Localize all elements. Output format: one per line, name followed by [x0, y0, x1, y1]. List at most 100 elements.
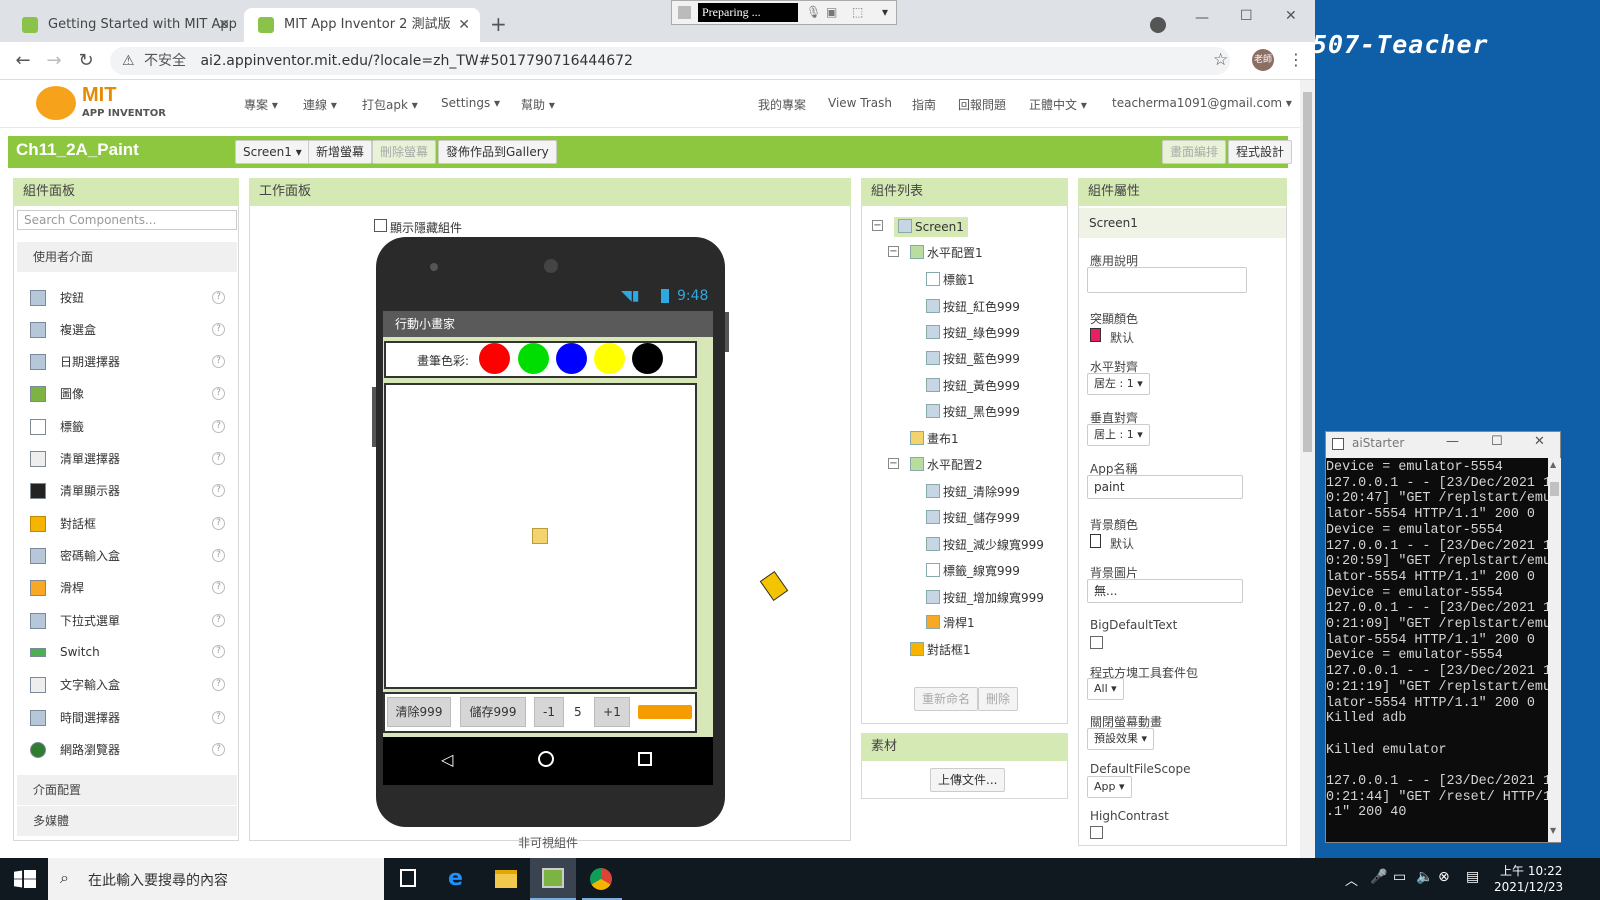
menu-help[interactable]: 幫助 ▾ — [521, 96, 555, 113]
menu-settings[interactable]: Settings ▾ — [441, 96, 500, 110]
help-icon[interactable]: ? — [212, 549, 225, 562]
account-menu[interactable]: teacherma1091@gmail.com ▾ — [1112, 96, 1292, 110]
tree-item-red-button[interactable]: 按鈕_紅色999 — [926, 297, 1020, 317]
increase-width-button[interactable]: +1 — [594, 697, 630, 727]
show-hidden-checkbox[interactable] — [374, 219, 387, 232]
bookmark-star-icon[interactable]: ☆ — [1213, 50, 1228, 70]
green-color-button[interactable] — [518, 343, 549, 374]
clear-button[interactable]: 清除999 — [387, 697, 451, 727]
windows-start-icon-right[interactable] — [24, 870, 36, 888]
stop-icon[interactable] — [678, 6, 691, 19]
tree-item-save-button[interactable]: 按鈕_儲存999 — [926, 508, 1020, 528]
tree-item-decrease-width-button[interactable]: 按鈕_減少線寬999 — [926, 535, 1044, 555]
blue-color-button[interactable] — [556, 343, 587, 374]
high-contrast-checkbox[interactable] — [1090, 826, 1103, 839]
recents-nav-icon[interactable] — [638, 752, 652, 766]
category-user-interface[interactable]: 使用者介面 — [17, 242, 237, 272]
help-icon[interactable]: ? — [212, 517, 225, 530]
task-view-icon[interactable] — [400, 869, 416, 887]
menu-build[interactable]: 打包apk ▾ — [362, 96, 418, 113]
tab-app-inventor[interactable]: MIT App Inventor 2 測試版 ✕ — [244, 8, 480, 42]
align-vertical-select[interactable]: 居上 : 1 ▾ — [1087, 424, 1150, 446]
reload-icon[interactable]: ↻ — [75, 50, 97, 71]
help-icon[interactable]: ? — [212, 614, 225, 627]
camera-icon[interactable]: ▣ — [826, 5, 837, 19]
decrease-width-button[interactable]: -1 — [534, 697, 564, 727]
publish-gallery-button[interactable]: 發佈作品到Gallery — [438, 140, 557, 164]
close-animation-select[interactable]: 預設效果 ▾ — [1087, 728, 1155, 750]
palette-item-switch[interactable]: Switch? — [30, 641, 225, 663]
close-tab-icon[interactable]: ✕ — [218, 8, 230, 42]
about-field[interactable] — [1087, 267, 1247, 293]
tab-getting-started[interactable]: Getting Started with MIT App ✕ — [8, 8, 240, 42]
palette-item-slider[interactable]: 滑桿? — [30, 577, 225, 599]
tree-item-clear-button[interactable]: 按鈕_清除999 — [926, 482, 1020, 502]
background-image-field[interactable]: 無... — [1087, 579, 1243, 603]
delete-button[interactable]: 刪除 — [978, 687, 1019, 711]
link-report[interactable]: 回報問題 — [958, 96, 1006, 113]
big-default-text-checkbox[interactable] — [1090, 636, 1103, 649]
help-icon[interactable]: ? — [212, 291, 225, 304]
scroll-thumb[interactable] — [1303, 92, 1312, 452]
palette-item-listpicker[interactable]: 清單選擇器? — [30, 448, 225, 470]
tray-mic-icon[interactable]: 🎤 — [1370, 869, 1387, 885]
taskbar-search-box[interactable]: ⌕ 在此輸入要搜尋的內容 — [48, 858, 384, 900]
scroll-thumb[interactable] — [1550, 482, 1559, 496]
language-menu[interactable]: 正體中文 ▾ — [1029, 96, 1087, 113]
tree-item-green-button[interactable]: 按鈕_綠色999 — [926, 323, 1020, 343]
menu-project[interactable]: 專案 ▾ — [244, 96, 278, 113]
home-nav-icon[interactable] — [538, 751, 554, 767]
tray-ime-icon[interactable]: ▤ — [1466, 869, 1479, 885]
minimize-icon[interactable]: — — [1195, 10, 1209, 26]
tray-network-icon[interactable]: ▭ — [1393, 869, 1406, 885]
link-view-trash[interactable]: View Trash — [828, 96, 892, 110]
edge-icon[interactable]: e — [448, 866, 463, 891]
tree-item-blue-button[interactable]: 按鈕_藍色999 — [926, 349, 1020, 369]
link-my-projects[interactable]: 我的專案 — [758, 96, 806, 113]
dropdown-arrow-icon[interactable]: ▾ — [882, 5, 888, 19]
close-tab-icon[interactable]: ✕ — [458, 8, 470, 42]
screen-selector[interactable]: Screen1 ▾ — [235, 140, 310, 164]
help-icon[interactable]: ? — [212, 323, 225, 336]
tree-item-notifier1[interactable]: 對話框1 — [910, 640, 971, 660]
accent-color-swatch[interactable] — [1090, 328, 1101, 342]
help-icon[interactable]: ? — [212, 711, 225, 724]
collapse-toggle-icon[interactable]: − — [888, 458, 899, 469]
blocks-toolkit-select[interactable]: All ▾ — [1087, 678, 1124, 700]
rename-button[interactable]: 重新命名 — [914, 687, 979, 711]
upload-file-button[interactable]: 上傳文件... — [930, 768, 1006, 792]
forward-icon[interactable]: → — [43, 50, 65, 71]
palette-item-spinner[interactable]: 下拉式選單? — [30, 610, 225, 632]
profile-avatar[interactable]: 老師 — [1252, 49, 1274, 71]
tree-item-width-label[interactable]: 標籤_線寬999 — [926, 561, 1020, 581]
align-horizontal-select[interactable]: 居左 : 1 ▾ — [1087, 373, 1150, 395]
tree-item-canvas1[interactable]: 畫布1 — [910, 429, 959, 449]
tree-item-screen1[interactable]: Screen1 — [894, 217, 968, 237]
back-icon[interactable]: ← — [12, 50, 34, 71]
yellow-color-button[interactable] — [594, 343, 625, 374]
save-button[interactable]: 儲存999 — [460, 697, 526, 727]
background-color-swatch[interactable] — [1090, 534, 1101, 548]
palette-item-button[interactable]: 按鈕? — [30, 287, 225, 309]
tree-item-slider1[interactable]: 滑桿1 — [926, 613, 975, 633]
width-slider[interactable] — [638, 705, 692, 719]
tree-item-label1[interactable]: 標籤1 — [926, 270, 975, 290]
help-icon[interactable]: ? — [212, 581, 225, 594]
palette-item-passwordtextbox[interactable]: 密碼輸入盒? — [30, 545, 225, 567]
mit-logo[interactable]: MIT APP INVENTOR — [36, 84, 166, 124]
app-name-field[interactable]: paint — [1087, 475, 1243, 499]
black-color-button[interactable] — [632, 343, 663, 374]
collapse-toggle-icon[interactable]: − — [872, 220, 883, 231]
category-layout[interactable]: 介面配置 — [17, 775, 237, 805]
tray-volume-icon[interactable]: 🔈 — [1416, 869, 1433, 885]
palette-item-textbox[interactable]: 文字輸入盒? — [30, 674, 225, 696]
tree-item-yellow-button[interactable]: 按鈕_黃色999 — [926, 376, 1020, 396]
chrome-icon[interactable] — [590, 868, 612, 890]
tray-status-icon[interactable]: ⊗ — [1438, 869, 1450, 885]
menu-connect[interactable]: 連線 ▾ — [303, 96, 337, 113]
scroll-down-icon[interactable]: ▼ — [1550, 826, 1556, 835]
region-icon[interactable]: ⬚ — [852, 5, 863, 19]
default-file-scope-select[interactable]: App ▾ — [1087, 776, 1132, 798]
palette-item-timepicker[interactable]: 時間選擇器? — [30, 707, 225, 729]
page-scrollbar[interactable] — [1300, 80, 1315, 858]
